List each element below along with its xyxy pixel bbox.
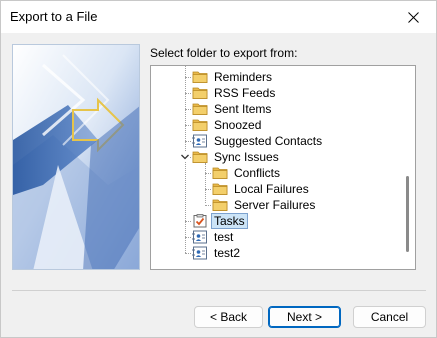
tree-item[interactable]: Reminders [192, 69, 274, 85]
folder-icon [192, 150, 208, 164]
close-icon [407, 11, 419, 23]
tree-item[interactable]: Sync Issues [192, 149, 281, 165]
tree-item-label: test2 [214, 246, 241, 260]
folder-icon [212, 182, 228, 196]
contacts-icon [192, 134, 208, 148]
scroll-thumb[interactable] [406, 176, 409, 252]
expand-chevron-icon[interactable] [180, 152, 190, 162]
wizard-illustration [12, 44, 140, 270]
tree-item-label: Conflicts [234, 166, 281, 180]
tree-guide-line [185, 93, 191, 94]
tree-guide-line [185, 109, 191, 110]
back-button[interactable]: < Back [194, 306, 263, 328]
tree-item[interactable]: Sent Items [192, 101, 273, 117]
tree-guide-line [185, 125, 191, 126]
cancel-button[interactable]: Cancel [353, 306, 426, 328]
tree-guide-line [205, 163, 206, 203]
folder-icon [192, 86, 208, 100]
contacts-icon [192, 230, 208, 244]
folder-icon [212, 198, 228, 212]
tree-guide-line [185, 253, 191, 254]
tree-item-label: Sent Items [214, 102, 272, 116]
tree-guide-line [185, 77, 191, 78]
tree-guide-line [205, 189, 211, 190]
tasks-icon [192, 214, 208, 228]
contacts-icon [192, 246, 208, 260]
tree-item-label: RSS Feeds [214, 86, 276, 100]
tree-item[interactable]: test [192, 229, 235, 245]
tree-item[interactable]: Snoozed [192, 117, 263, 133]
tree-item-label: Suggested Contacts [214, 134, 323, 148]
tree-item-label: Tasks [211, 213, 248, 229]
tree-item-label: Server Failures [234, 198, 316, 212]
vertical-scrollbar[interactable] [401, 66, 415, 269]
tree-item[interactable]: test2 [192, 245, 242, 261]
title-bar: Export to a File [1, 1, 436, 33]
window-title: Export to a File [10, 9, 98, 24]
tree-guide-line [185, 221, 191, 222]
tree-item[interactable]: Server Failures [212, 197, 317, 213]
export-dialog: Export to a File Select folder to export… [0, 0, 437, 338]
tree-guide-line [205, 205, 211, 206]
folder-icon [192, 118, 208, 132]
tree-item-label: test [214, 230, 234, 244]
tree-item[interactable]: Tasks [192, 213, 248, 229]
separator-line [12, 290, 426, 291]
folder-icon [192, 70, 208, 84]
tree-item[interactable]: Suggested Contacts [192, 133, 324, 149]
tree-guide-line [185, 141, 191, 142]
tree-item-label: Local Failures [234, 182, 309, 196]
close-button[interactable] [390, 1, 436, 33]
tree-item[interactable]: RSS Feeds [192, 85, 277, 101]
tree-guide-line [185, 237, 191, 238]
tree-item[interactable]: Conflicts [212, 165, 282, 181]
tree-item-label: Sync Issues [214, 150, 279, 164]
folder-icon [192, 102, 208, 116]
next-button[interactable]: Next > [268, 306, 341, 328]
tree-guide-line [205, 173, 211, 174]
tree-item-label: Reminders [214, 70, 273, 84]
tree-item-label: Snoozed [214, 118, 262, 132]
tree-item[interactable]: Local Failures [212, 181, 311, 197]
folder-icon [212, 166, 228, 180]
folder-prompt: Select folder to export from: [150, 46, 298, 60]
folder-tree[interactable]: Reminders RSS Feeds Sent Items Snoozed Sugge… [150, 65, 416, 270]
